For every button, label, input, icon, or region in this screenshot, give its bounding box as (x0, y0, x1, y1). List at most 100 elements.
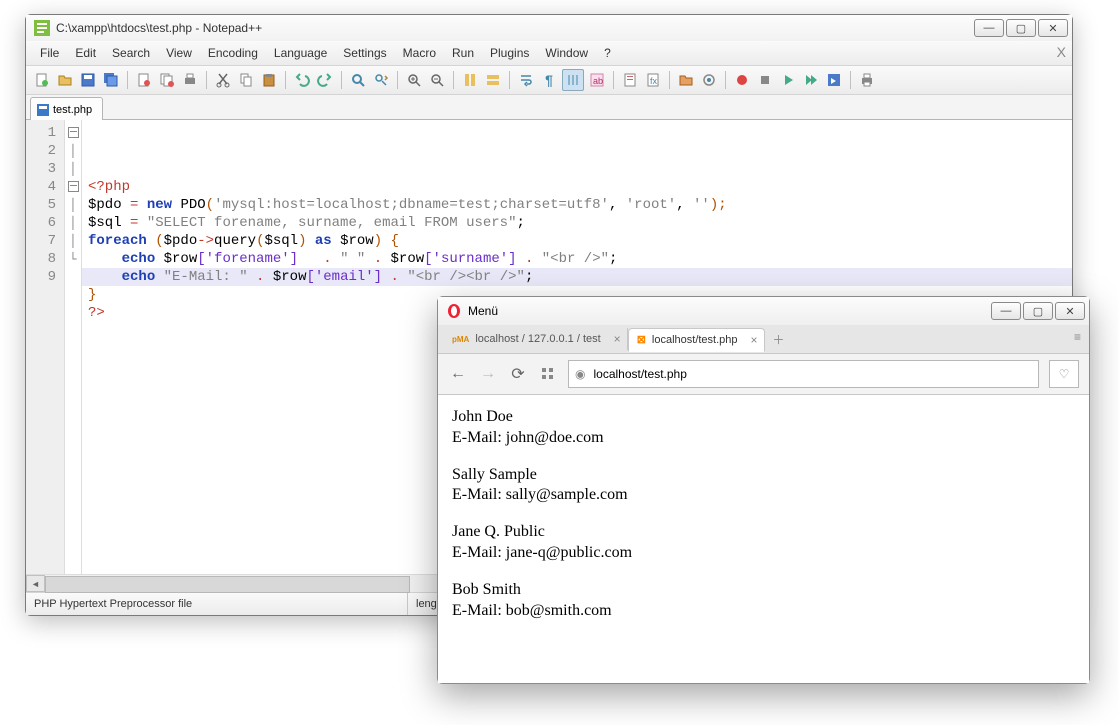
new-tab-button[interactable]: ＋ (765, 328, 793, 350)
menu-search[interactable]: Search (104, 43, 158, 63)
line-number-gutter: 1 2 3 4 5 6 7 8 9 (26, 120, 65, 574)
toolbar-separator (397, 71, 398, 89)
toolbar-separator (509, 71, 510, 89)
maximize-button[interactable]: ▢ (1006, 19, 1036, 37)
result-entry: Sally Sample E-Mail: sally@sample.com (452, 465, 1075, 507)
play-macro-icon[interactable] (778, 70, 798, 90)
line-number: 8 (26, 250, 64, 268)
toolbar-separator (613, 71, 614, 89)
reload-button[interactable]: ⟳ (508, 364, 528, 384)
all-tabs-icon[interactable]: ≡ (1074, 330, 1081, 344)
user-lang-icon[interactable]: ab (587, 70, 607, 90)
copy-icon[interactable] (236, 70, 256, 90)
indent-guide-icon[interactable] (562, 69, 584, 91)
url-box[interactable]: ◉ (568, 360, 1039, 388)
menu-language[interactable]: Language (266, 43, 335, 63)
zoom-out-icon[interactable] (427, 70, 447, 90)
menu-encoding[interactable]: Encoding (200, 43, 266, 63)
svg-text:ab: ab (593, 76, 603, 86)
result-entry: Jane Q. Public E-Mail: jane-q@public.com (452, 522, 1075, 564)
site-info-icon[interactable]: ◉ (575, 367, 585, 381)
show-all-chars-icon[interactable]: ¶ (539, 70, 559, 90)
undo-icon[interactable] (292, 70, 312, 90)
scrollbar-thumb[interactable] (45, 576, 410, 593)
fold-toggle-icon[interactable] (68, 127, 79, 138)
bookmark-heart-icon[interactable]: ♡ (1049, 360, 1079, 388)
close-secondary-icon[interactable]: X (1057, 44, 1066, 60)
toolbar-separator (127, 71, 128, 89)
svg-text:fx: fx (650, 76, 658, 86)
redo-icon[interactable] (315, 70, 335, 90)
record-macro-icon[interactable] (732, 70, 752, 90)
line-number: 9 (26, 268, 64, 286)
line-number: 1 (26, 124, 64, 142)
save-icon[interactable] (78, 70, 98, 90)
sync-vert-icon[interactable] (460, 70, 480, 90)
stop-macro-icon[interactable] (755, 70, 775, 90)
tab-localhost-test[interactable]: ⊠ localhost/test.php × (628, 328, 765, 352)
new-file-icon[interactable] (32, 70, 52, 90)
play-multi-icon[interactable] (801, 70, 821, 90)
forward-button[interactable]: → (478, 364, 498, 384)
status-filetype: PHP Hypertext Preprocessor file (26, 593, 408, 615)
toolbar-separator (341, 71, 342, 89)
fold-column: │ │ │ │ │ └ (65, 120, 82, 574)
close-button[interactable]: ✕ (1038, 19, 1068, 37)
line-number: 4 (26, 178, 64, 196)
save-macro-icon[interactable] (824, 70, 844, 90)
result-email: E-Mail: bob@smith.com (452, 601, 1075, 622)
fold-toggle-icon[interactable] (68, 181, 79, 192)
menu-run[interactable]: Run (444, 43, 482, 63)
scroll-left-icon[interactable]: ◄ (26, 575, 45, 592)
menu-help[interactable]: ? (596, 43, 619, 63)
notepad-plus-plus-icon (34, 20, 50, 36)
close-file-icon[interactable] (134, 70, 154, 90)
minimize-button[interactable]: — (974, 19, 1004, 37)
zoom-in-icon[interactable] (404, 70, 424, 90)
xampp-icon: ⊠ (637, 333, 646, 346)
tab-test-php[interactable]: test.php (30, 97, 103, 120)
close-tab-icon[interactable]: × (614, 332, 621, 346)
line-number: 2 (26, 142, 64, 160)
function-list-icon[interactable]: fx (643, 70, 663, 90)
line-number: 7 (26, 232, 64, 250)
menu-edit[interactable]: Edit (67, 43, 104, 63)
menu-macro[interactable]: Macro (395, 43, 444, 63)
menu-view[interactable]: View (158, 43, 200, 63)
paste-icon[interactable] (259, 70, 279, 90)
result-name: John Doe (452, 407, 1075, 428)
menu-settings[interactable]: Settings (335, 43, 394, 63)
menu-window[interactable]: Window (537, 43, 596, 63)
monitoring-icon[interactable] (699, 70, 719, 90)
cut-icon[interactable] (213, 70, 233, 90)
url-input[interactable] (591, 366, 1032, 382)
opera-address-bar: ← → ⟳ ◉ ♡ (438, 353, 1089, 395)
doc-map-icon[interactable] (620, 70, 640, 90)
save-all-icon[interactable] (101, 70, 121, 90)
page-content: John Doe E-Mail: john@doe.com Sally Samp… (438, 395, 1089, 683)
npp-titlebar: C:\xampp\htdocs\test.php - Notepad++ — ▢… (26, 15, 1072, 41)
result-name: Bob Smith (452, 580, 1075, 601)
sync-horiz-icon[interactable] (483, 70, 503, 90)
result-entry: John Doe E-Mail: john@doe.com (452, 407, 1075, 449)
replace-icon[interactable] (371, 70, 391, 90)
speed-dial-icon[interactable] (538, 364, 558, 384)
word-wrap-icon[interactable] (516, 70, 536, 90)
result-email: E-Mail: sally@sample.com (452, 485, 1075, 506)
menu-plugins[interactable]: Plugins (482, 43, 537, 63)
result-name: Jane Q. Public (452, 522, 1075, 543)
find-icon[interactable] (348, 70, 368, 90)
close-all-icon[interactable] (157, 70, 177, 90)
file-icon (37, 104, 49, 116)
close-tab-icon[interactable]: × (751, 333, 758, 347)
tab-label: localhost/test.php (652, 334, 738, 346)
menu-file[interactable]: File (32, 43, 67, 63)
print-icon[interactable] (180, 70, 200, 90)
tab-phpmyadmin[interactable]: pMA localhost / 127.0.0.1 / test × (444, 328, 628, 350)
print-now-icon[interactable] (857, 70, 877, 90)
open-file-icon[interactable] (55, 70, 75, 90)
npp-toolbar: ¶ ab fx (26, 66, 1072, 95)
back-button[interactable]: ← (448, 364, 468, 384)
line-number: 5 (26, 196, 64, 214)
folder-icon[interactable] (676, 70, 696, 90)
